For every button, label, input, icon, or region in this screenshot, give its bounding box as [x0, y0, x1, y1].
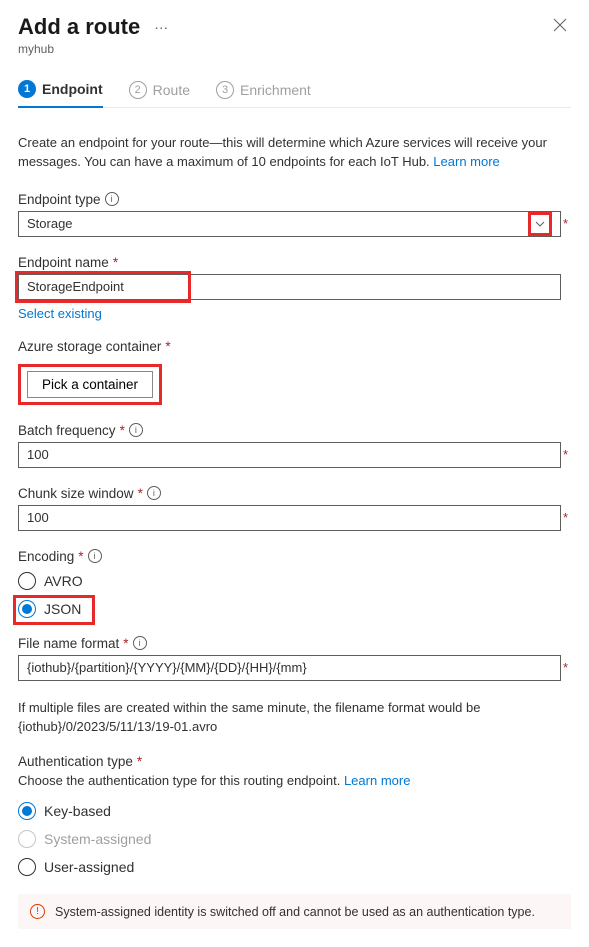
file-format-note: If multiple files are created within the… — [18, 699, 571, 737]
radio-icon — [18, 830, 36, 848]
chunk-size-label: Chunk size window — [18, 486, 134, 501]
endpoint-type-label: Endpoint type — [18, 192, 101, 207]
select-existing-link[interactable]: Select existing — [18, 306, 102, 321]
storage-container-label: Azure storage container — [18, 339, 161, 354]
info-icon[interactable]: i — [129, 423, 143, 437]
file-format-input[interactable] — [18, 655, 561, 681]
chunk-size-input[interactable] — [18, 505, 561, 531]
info-icon[interactable]: i — [88, 549, 102, 563]
endpoint-name-label: Endpoint name — [18, 255, 109, 270]
radio-icon — [18, 600, 36, 618]
auth-type-label: Authentication type — [18, 754, 133, 769]
pick-container-button[interactable]: Pick a container — [27, 371, 153, 398]
warning-banner: ! System-assigned identity is switched o… — [18, 894, 571, 929]
radio-key-based[interactable]: Key-based — [18, 802, 571, 820]
auth-desc: Choose the authentication type for this … — [18, 773, 571, 788]
step-tabs: 1 Endpoint 2 Route 3 Enrichment — [18, 74, 571, 108]
intro-text: Create an endpoint for your route—this w… — [18, 134, 571, 172]
endpoint-name-input[interactable] — [18, 274, 561, 300]
radio-system-assigned: System-assigned — [18, 830, 571, 848]
step-enrichment[interactable]: 3 Enrichment — [216, 74, 311, 107]
hub-name: myhub — [18, 42, 571, 56]
close-icon[interactable] — [549, 14, 571, 40]
batch-frequency-input[interactable] — [18, 442, 561, 468]
encoding-label: Encoding — [18, 549, 74, 564]
panel-title: Add a route — [18, 14, 140, 40]
info-icon[interactable]: i — [147, 486, 161, 500]
chevron-down-icon — [528, 212, 552, 236]
radio-json[interactable]: JSON — [18, 600, 571, 618]
info-icon[interactable]: i — [105, 192, 119, 206]
learn-more-link[interactable]: Learn more — [433, 154, 499, 169]
radio-icon — [18, 858, 36, 876]
radio-icon — [18, 802, 36, 820]
endpoint-type-select[interactable]: Storage — [18, 211, 561, 237]
file-format-label: File name format — [18, 636, 119, 651]
radio-icon — [18, 572, 36, 590]
info-icon[interactable]: i — [133, 636, 147, 650]
step-endpoint[interactable]: 1 Endpoint — [18, 74, 103, 108]
step-route[interactable]: 2 Route — [129, 74, 190, 107]
batch-frequency-label: Batch frequency — [18, 423, 116, 438]
radio-avro[interactable]: AVRO — [18, 572, 571, 590]
more-actions-icon[interactable]: ··· — [150, 17, 172, 37]
auth-learn-more-link[interactable]: Learn more — [344, 773, 410, 788]
warning-icon: ! — [30, 904, 45, 919]
radio-user-assigned[interactable]: User-assigned — [18, 858, 571, 876]
